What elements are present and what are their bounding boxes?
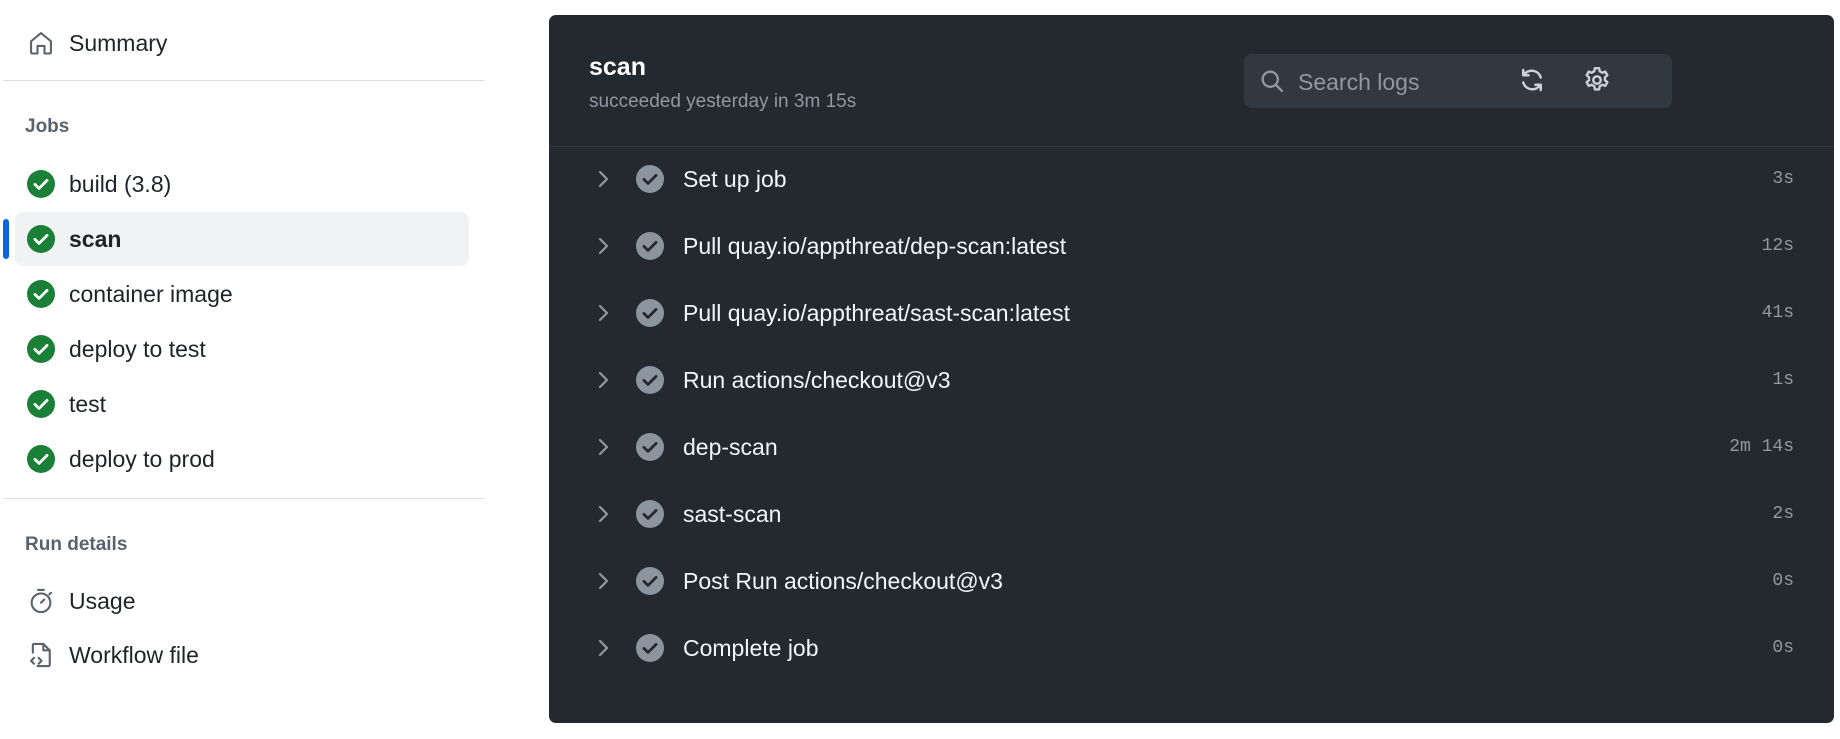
step-duration: 1s	[1772, 370, 1794, 390]
check-circle-fill-icon	[27, 170, 55, 198]
run-sidebar: Summary Jobs build (3.8) scan container …	[0, 0, 484, 739]
step-name: Set up job	[683, 166, 787, 192]
stopwatch-icon	[27, 587, 55, 615]
job-label: build (3.8)	[69, 170, 172, 197]
workflow-run-page: Summary Jobs build (3.8) scan container …	[0, 0, 1840, 739]
chevron-right-icon	[598, 304, 609, 322]
check-circle-fill-icon	[636, 232, 664, 260]
job-label: scan	[69, 225, 122, 252]
step-name: Run actions/checkout@v3	[683, 367, 951, 393]
check-circle-fill-icon	[636, 299, 664, 327]
step-duration: 2s	[1772, 504, 1794, 524]
job-title: scan	[589, 53, 646, 81]
sidebar-divider	[3, 498, 484, 499]
check-circle-fill-icon	[27, 225, 55, 253]
step-duration: 0s	[1772, 638, 1794, 658]
selected-indicator	[3, 219, 9, 259]
job-label: container image	[69, 280, 233, 307]
step-name: Pull quay.io/appthreat/dep-scan:latest	[683, 233, 1067, 259]
home-icon	[27, 29, 55, 57]
job-status-text: succeeded yesterday in 3m 15s	[589, 91, 857, 112]
job-step-row[interactable]: Post Run actions/checkout@v3 0s	[549, 549, 1834, 615]
check-circle-fill-icon	[636, 500, 664, 528]
sidebar-divider	[3, 80, 484, 81]
sidebar-item-job-test[interactable]: test	[15, 377, 469, 431]
sidebar-item-job-deploy-to-prod[interactable]: deploy to prod	[15, 432, 469, 486]
sidebar-item-job-build[interactable]: build (3.8)	[15, 157, 469, 211]
step-name: Complete job	[683, 635, 819, 661]
step-duration: 12s	[1761, 236, 1794, 256]
sidebar-item-usage[interactable]: Usage	[15, 574, 469, 628]
step-duration: 0s	[1772, 571, 1794, 591]
chevron-right-icon	[598, 438, 609, 456]
step-duration: 2m 14s	[1729, 437, 1794, 457]
settings-button[interactable]	[1579, 64, 1615, 100]
check-circle-fill-icon	[636, 366, 664, 394]
sidebar-item-job-deploy-to-test[interactable]: deploy to test	[15, 322, 469, 376]
chevron-right-icon	[598, 237, 609, 255]
chevron-right-icon	[598, 505, 609, 523]
job-step-row[interactable]: Set up job 3s	[549, 147, 1834, 213]
sidebar-item-job-scan[interactable]: scan	[15, 212, 469, 266]
job-step-row[interactable]: Complete job 0s	[549, 616, 1834, 682]
check-circle-fill-icon	[636, 567, 664, 595]
check-circle-fill-icon	[636, 433, 664, 461]
job-log-panel: scan succeeded yesterday in 3m 15s Searc…	[549, 15, 1834, 723]
check-circle-fill-icon	[27, 280, 55, 308]
sidebar-item-job-container-image[interactable]: container image	[15, 267, 469, 321]
log-panel-header: scan succeeded yesterday in 3m 15s	[549, 15, 1834, 147]
step-name: Pull quay.io/appthreat/sast-scan:latest	[683, 300, 1070, 326]
sidebar-item-label: Usage	[69, 587, 136, 614]
file-code-icon	[27, 641, 55, 669]
sidebar-item-workflow-file[interactable]: Workflow file	[15, 628, 469, 682]
search-icon	[1258, 67, 1286, 95]
step-name: dep-scan	[683, 434, 778, 460]
sync-icon	[1517, 65, 1547, 100]
check-circle-fill-icon	[27, 335, 55, 363]
sidebar-item-label: Summary	[69, 29, 168, 56]
step-name: Post Run actions/checkout@v3	[683, 568, 1003, 594]
chevron-right-icon	[598, 639, 609, 657]
check-circle-fill-icon	[636, 634, 664, 662]
check-circle-fill-icon	[636, 165, 664, 193]
job-label: deploy to test	[69, 335, 206, 362]
job-step-row[interactable]: dep-scan 2m 14s	[549, 415, 1834, 481]
step-name: sast-scan	[683, 501, 782, 527]
job-step-row[interactable]: Pull quay.io/appthreat/dep-scan:latest 1…	[549, 214, 1834, 280]
refresh-button[interactable]	[1514, 64, 1550, 100]
job-label: test	[69, 390, 107, 417]
job-step-row[interactable]: Pull quay.io/appthreat/sast-scan:latest …	[549, 281, 1834, 347]
step-duration: 41s	[1761, 303, 1794, 323]
job-label: deploy to prod	[69, 445, 215, 472]
sidebar-item-label: Workflow file	[69, 641, 199, 668]
check-circle-fill-icon	[27, 445, 55, 473]
chevron-right-icon	[598, 572, 609, 590]
sidebar-item-summary[interactable]: Summary	[15, 16, 469, 70]
jobs-heading: Jobs	[25, 116, 70, 137]
gear-icon	[1582, 65, 1612, 100]
chevron-right-icon	[598, 170, 609, 188]
run-details-heading: Run details	[25, 534, 128, 555]
chevron-right-icon	[598, 371, 609, 389]
check-circle-fill-icon	[27, 390, 55, 418]
job-step-row[interactable]: sast-scan 2s	[549, 482, 1834, 548]
job-step-row[interactable]: Run actions/checkout@v3 1s	[549, 348, 1834, 414]
step-duration: 3s	[1772, 169, 1794, 189]
